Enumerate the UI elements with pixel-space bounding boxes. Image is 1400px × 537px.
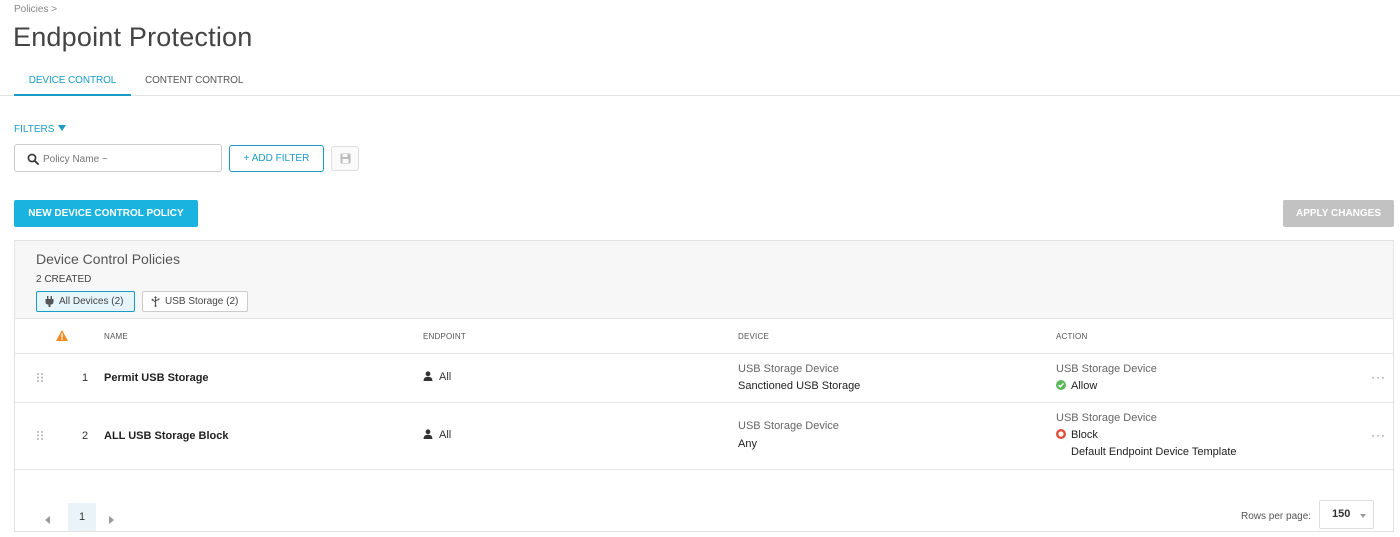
apply-changes-button[interactable]: APPLY CHANGES (1283, 200, 1394, 227)
previous-page-icon[interactable] (45, 516, 50, 524)
chevron-down-icon (1360, 514, 1366, 518)
row-divider (15, 402, 1393, 403)
action-label: Allow (1071, 380, 1098, 392)
drag-handle-icon[interactable] (37, 373, 43, 382)
tab-device-control[interactable]: DEVICE CONTROL (14, 66, 131, 96)
panel-header: Device Control Policies 2 CREATED All De… (15, 241, 1393, 319)
caret-down-icon (58, 125, 67, 131)
action-value: Block (1056, 429, 1098, 441)
device-name: Sanctioned USB Storage (738, 380, 861, 392)
row-index: 2 (82, 430, 89, 442)
row-index: 1 (82, 372, 89, 384)
device-type: USB Storage Device (738, 420, 839, 432)
warning-icon (56, 330, 68, 341)
action-label: Block (1071, 429, 1098, 441)
endpoint-cell: All (423, 429, 451, 441)
created-count: 2 CREATED (36, 274, 92, 285)
row-more-menu[interactable]: ··· (1371, 370, 1386, 384)
page-number-button[interactable]: 1 (68, 503, 96, 531)
row-divider (15, 353, 1393, 354)
drag-handle-icon[interactable] (37, 431, 43, 440)
row-more-menu[interactable]: ··· (1371, 428, 1386, 442)
action-template: Default Endpoint Device Template (1071, 446, 1237, 458)
column-header-name[interactable]: NAME (104, 332, 128, 341)
chip-usb-storage[interactable]: USB Storage (2) (142, 291, 248, 312)
chip-label: USB Storage (2) (165, 296, 239, 307)
page-title: Endpoint Protection (13, 22, 253, 52)
check-circle-icon (1056, 380, 1066, 390)
chip-label: All Devices (2) (59, 296, 124, 307)
search-icon (27, 153, 39, 165)
rows-per-page-value: 150 (1332, 508, 1351, 520)
panel-title: Device Control Policies (36, 251, 180, 267)
usb-icon (151, 296, 160, 307)
breadcrumb[interactable]: Policies > (14, 4, 57, 15)
row-divider (15, 469, 1393, 470)
add-filter-button[interactable]: + ADD FILTER (229, 145, 324, 172)
action-type: USB Storage Device (1056, 363, 1157, 375)
action-type: USB Storage Device (1056, 412, 1157, 424)
user-icon (423, 429, 433, 439)
save-icon (340, 153, 351, 164)
search-input[interactable] (43, 150, 213, 168)
device-type: USB Storage Device (738, 363, 839, 375)
filters-label: FILTERS (14, 124, 55, 135)
plug-icon (45, 296, 54, 307)
policy-name[interactable]: Permit USB Storage (104, 372, 209, 384)
column-header-device[interactable]: DEVICE (738, 332, 769, 341)
endpoint-value: All (439, 371, 452, 383)
tab-bar: DEVICE CONTROL CONTENT CONTROL (0, 66, 1400, 96)
endpoint-cell: All (423, 371, 451, 383)
policy-name[interactable]: ALL USB Storage Block (104, 430, 229, 442)
block-circle-icon (1056, 429, 1066, 439)
endpoint-value: All (439, 429, 452, 441)
action-value: Allow (1056, 380, 1097, 392)
filters-toggle[interactable]: FILTERS (14, 124, 67, 135)
rows-per-page-select[interactable]: 150 (1319, 500, 1374, 529)
user-icon (423, 371, 433, 381)
save-filter-button[interactable] (331, 146, 359, 171)
tab-content-control[interactable]: CONTENT CONTROL (145, 66, 243, 96)
new-device-control-policy-button[interactable]: NEW DEVICE CONTROL POLICY (14, 200, 198, 227)
chip-all-devices[interactable]: All Devices (2) (36, 291, 135, 312)
next-page-icon[interactable] (109, 516, 114, 524)
device-control-policies-panel: Device Control Policies 2 CREATED All De… (14, 240, 1394, 532)
rows-per-page-label: Rows per page: (1241, 511, 1312, 522)
device-name: Any (738, 438, 757, 450)
column-header-action[interactable]: ACTION (1056, 332, 1087, 341)
column-header-endpoint[interactable]: ENDPOINT (423, 332, 466, 341)
policy-name-search[interactable] (14, 144, 222, 172)
